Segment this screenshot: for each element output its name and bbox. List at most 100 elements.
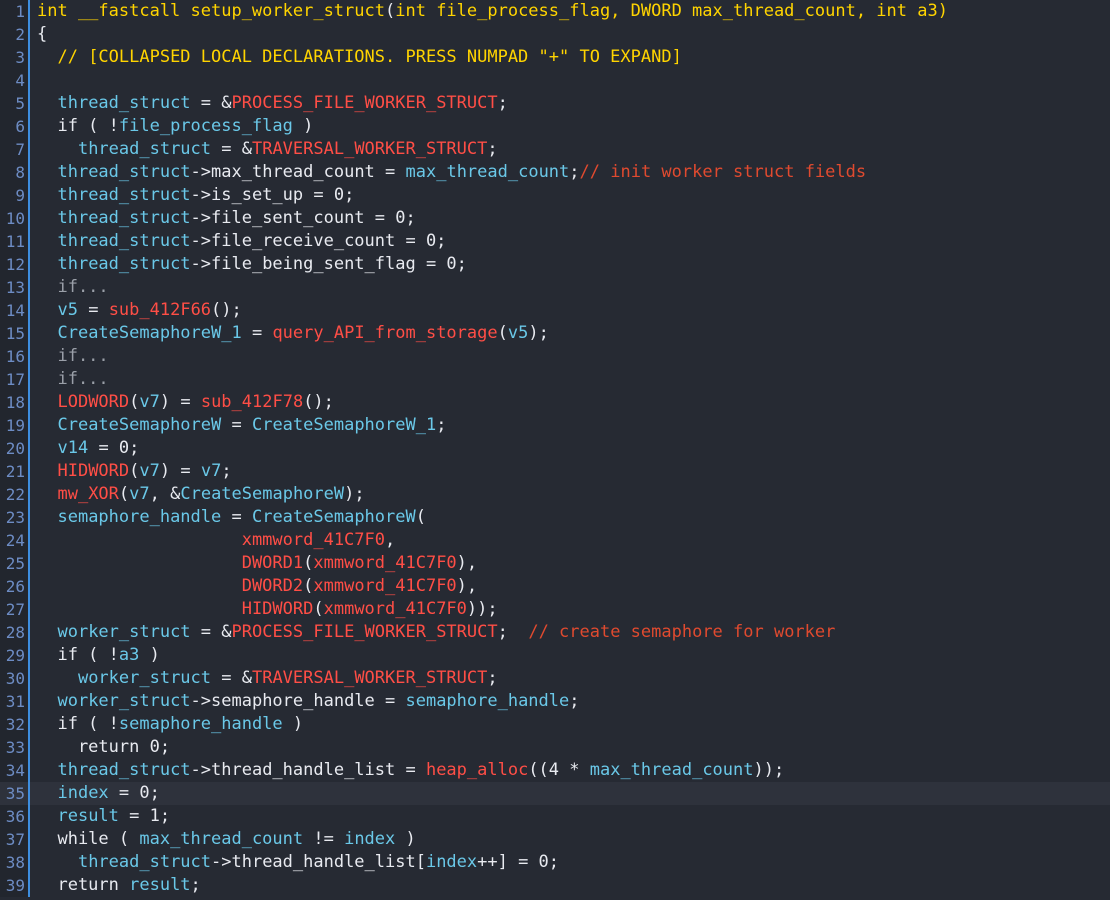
token-var: v7 — [129, 484, 150, 504]
code-line-content[interactable]: index = 0; — [37, 782, 159, 805]
code-line[interactable]: 12 thread_struct->file_being_sent_flag =… — [0, 253, 1110, 276]
code-line[interactable]: 5 thread_struct = &PROCESS_FILE_WORKER_S… — [0, 92, 1110, 115]
code-line[interactable]: 6 if ( !file_process_flag ) — [0, 115, 1110, 138]
code-line-content[interactable]: mw_XOR(v7, &CreateSemaphoreW); — [37, 483, 364, 506]
line-number: 25 — [0, 552, 30, 575]
code-line[interactable]: 37 while ( max_thread_count != index ) — [0, 828, 1110, 851]
code-line[interactable]: 34 thread_struct->thread_handle_list = h… — [0, 759, 1110, 782]
token-cmty: // [COLLAPSED LOCAL DECLARATIONS. PRESS … — [57, 47, 682, 67]
code-line[interactable]: 4 — [0, 69, 1110, 92]
token-punc: ->is_set_up = 0; — [190, 185, 355, 205]
code-line[interactable]: 24 xmmword_41C7F0, — [0, 529, 1110, 552]
token-var: worker_struct — [57, 691, 191, 711]
code-line[interactable]: 19 CreateSemaphoreW = CreateSemaphoreW_1… — [0, 414, 1110, 437]
token-glob: sub_412F78 — [200, 392, 304, 412]
code-line[interactable]: 25 DWORD1(xmmword_41C7F0), — [0, 552, 1110, 575]
code-line[interactable]: 17 if... — [0, 368, 1110, 391]
code-line-content[interactable]: if ( !semaphore_handle ) — [37, 713, 303, 736]
code-line-content[interactable]: thread_struct->thread_handle_list = heap… — [37, 759, 784, 782]
code-line[interactable]: 23 semaphore_handle = CreateSemaphoreW( — [0, 506, 1110, 529]
token-punc: ; — [497, 622, 529, 642]
code-line[interactable]: 29 if ( !a3 ) — [0, 644, 1110, 667]
code-line-content[interactable]: if... — [37, 276, 108, 299]
code-line[interactable]: 39 return result; — [0, 874, 1110, 897]
code-line-content[interactable]: DWORD1(xmmword_41C7F0), — [37, 552, 477, 575]
code-line[interactable]: 27 HIDWORD(xmmword_41C7F0)); — [0, 598, 1110, 621]
code-line[interactable]: 38 thread_struct->thread_handle_list[ind… — [0, 851, 1110, 874]
code-line[interactable]: 22 mw_XOR(v7, &CreateSemaphoreW); — [0, 483, 1110, 506]
token-glob: TRAVERSAL_WORKER_STRUCT — [251, 668, 488, 688]
code-line[interactable]: 15 CreateSemaphoreW_1 = query_API_from_s… — [0, 322, 1110, 345]
token-punc — [37, 484, 57, 504]
code-line[interactable]: 13 if... — [0, 276, 1110, 299]
token-punc: while ( — [37, 829, 140, 849]
code-line[interactable]: 21 HIDWORD(v7) = v7; — [0, 460, 1110, 483]
code-line[interactable]: 7 thread_struct = &TRAVERSAL_WORKER_STRU… — [0, 138, 1110, 161]
code-line[interactable]: 20 v14 = 0; — [0, 437, 1110, 460]
token-punc — [37, 438, 57, 458]
code-line-content[interactable]: thread_struct = &TRAVERSAL_WORKER_STRUCT… — [37, 138, 498, 161]
code-line[interactable]: 35 index = 0; — [0, 782, 1110, 805]
code-line-content[interactable]: while ( max_thread_count != index ) — [37, 828, 415, 851]
token-punc: = — [241, 323, 273, 343]
code-line[interactable]: 14 v5 = sub_412F66(); — [0, 299, 1110, 322]
code-line-content[interactable]: thread_struct->file_sent_count = 0; — [37, 207, 415, 230]
code-line-content[interactable]: thread_struct->file_being_sent_flag = 0; — [37, 253, 466, 276]
code-line-content[interactable]: CreateSemaphoreW_1 = query_API_from_stor… — [37, 322, 548, 345]
code-line-content[interactable]: semaphore_handle = CreateSemaphoreW( — [37, 506, 426, 529]
code-line-content[interactable]: CreateSemaphoreW = CreateSemaphoreW_1; — [37, 414, 446, 437]
code-line[interactable]: 10 thread_struct->file_sent_count = 0; — [0, 207, 1110, 230]
token-var: result — [129, 875, 191, 895]
token-punc: = — [221, 415, 252, 435]
code-line[interactable]: 26 DWORD2(xmmword_41C7F0), — [0, 575, 1110, 598]
code-line[interactable]: 3 // [COLLAPSED LOCAL DECLARATIONS. PRES… — [0, 46, 1110, 69]
code-line-content[interactable]: HIDWORD(v7) = v7; — [37, 460, 231, 483]
code-line-content[interactable]: result = 1; — [37, 805, 170, 828]
code-line[interactable]: 36 result = 1; — [0, 805, 1110, 828]
code-line-content[interactable]: worker_struct->semaphore_handle = semaph… — [37, 690, 579, 713]
code-line-content[interactable]: thread_struct->thread_handle_list[index+… — [37, 851, 559, 874]
code-line-content[interactable]: // [COLLAPSED LOCAL DECLARATIONS. PRESS … — [37, 46, 682, 69]
code-line[interactable]: 31 worker_struct->semaphore_handle = sem… — [0, 690, 1110, 713]
code-line-content[interactable]: thread_struct->is_set_up = 0; — [37, 184, 354, 207]
code-line-content[interactable]: int __fastcall setup_worker_struct(int f… — [37, 0, 948, 23]
code-line[interactable]: 28 worker_struct = &PROCESS_FILE_WORKER_… — [0, 621, 1110, 644]
code-line-content[interactable]: return 0; — [37, 736, 170, 759]
code-line-content[interactable]: thread_struct->file_receive_count = 0; — [37, 230, 446, 253]
code-line-content[interactable]: thread_struct = &PROCESS_FILE_WORKER_STR… — [37, 92, 507, 115]
code-line[interactable]: 2{ — [0, 23, 1110, 46]
code-line-content[interactable]: DWORD2(xmmword_41C7F0), — [37, 575, 477, 598]
code-line-content[interactable]: v5 = sub_412F66(); — [37, 299, 241, 322]
code-line-content[interactable]: if ( !a3 ) — [37, 644, 159, 667]
code-line-content[interactable]: worker_struct = &PROCESS_FILE_WORKER_STR… — [37, 621, 835, 644]
token-punc: = — [77, 300, 109, 320]
code-line-content[interactable]: thread_struct->max_thread_count = max_th… — [37, 161, 866, 184]
code-line-content[interactable]: { — [37, 23, 47, 46]
code-line[interactable]: 9 thread_struct->is_set_up = 0; — [0, 184, 1110, 207]
code-line-content[interactable]: worker_struct = &TRAVERSAL_WORKER_STRUCT… — [37, 667, 498, 690]
code-line[interactable]: 16 if... — [0, 345, 1110, 368]
code-line[interactable]: 18 LODWORD(v7) = sub_412F78(); — [0, 391, 1110, 414]
pseudocode-editor[interactable]: 1 int __fastcall setup_worker_struct(int … — [0, 0, 1110, 900]
token-punc — [37, 599, 242, 619]
code-line[interactable]: 33 return 0; — [0, 736, 1110, 759]
code-line-content[interactable]: xmmword_41C7F0, — [37, 529, 396, 552]
code-line[interactable]: 1 int __fastcall setup_worker_struct(int … — [0, 0, 1110, 23]
code-line-content[interactable]: if... — [37, 345, 108, 368]
line-number: 1 — [0, 0, 30, 23]
token-punc: ) = — [159, 461, 201, 481]
code-line[interactable]: 8 thread_struct->max_thread_count = max_… — [0, 161, 1110, 184]
token-punc: if ( ! — [37, 645, 119, 665]
line-number: 24 — [0, 529, 30, 552]
code-line[interactable]: 32 if ( !semaphore_handle ) — [0, 713, 1110, 736]
code-line-content[interactable]: v14 = 0; — [37, 437, 139, 460]
code-line-content[interactable]: if ( !file_process_flag ) — [37, 115, 313, 138]
code-line-content[interactable]: LODWORD(v7) = sub_412F78(); — [37, 391, 333, 414]
code-line-content[interactable]: if... — [37, 368, 108, 391]
code-line-content[interactable]: HIDWORD(xmmword_41C7F0)); — [37, 598, 498, 621]
code-line[interactable]: 11 thread_struct->file_receive_count = 0… — [0, 230, 1110, 253]
token-var: v5 — [57, 300, 78, 320]
code-line[interactable]: 30 worker_struct = &TRAVERSAL_WORKER_STR… — [0, 667, 1110, 690]
token-punc: ++] = 0; — [477, 852, 560, 872]
code-line-content[interactable]: return result; — [37, 874, 200, 897]
